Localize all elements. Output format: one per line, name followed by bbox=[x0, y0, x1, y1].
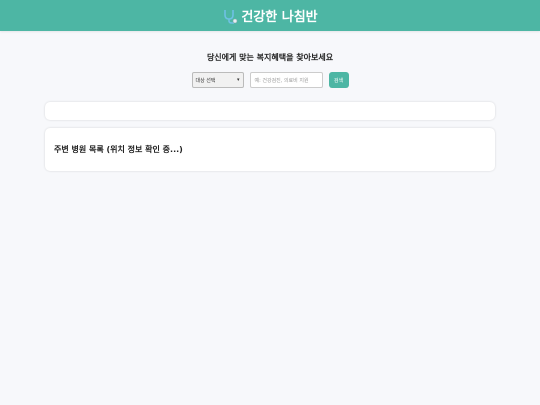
stethoscope-icon bbox=[222, 8, 238, 24]
app-title: 건강한 나침반 bbox=[241, 10, 318, 25]
search-input-placeholder: 예: 건강검진, 의료비 지원 bbox=[254, 77, 309, 84]
app-header: 건강한 나침반 bbox=[0, 0, 540, 31]
search-button[interactable]: 검색 bbox=[328, 72, 349, 88]
target-select-value: 대상 선택 bbox=[195, 77, 216, 84]
chevron-down-icon: ▾ bbox=[236, 77, 240, 83]
search-input[interactable]: 예: 건강검진, 의료비 지원 bbox=[249, 72, 323, 88]
search-subtitle: 당신에게 맞는 복지혜택을 찾아보세요 bbox=[206, 53, 334, 62]
hospital-list-card: 주변 병원 목록 (위치 정보 확인 중...) bbox=[45, 128, 495, 171]
search-bar: 대상 선택 ▾ 예: 건강검진, 의료비 지원 검색 bbox=[0, 72, 540, 88]
results-card bbox=[45, 102, 495, 120]
hospital-list-title: 주변 병원 목록 (위치 정보 확인 중...) bbox=[54, 145, 183, 154]
target-select[interactable]: 대상 선택 ▾ bbox=[191, 72, 244, 88]
